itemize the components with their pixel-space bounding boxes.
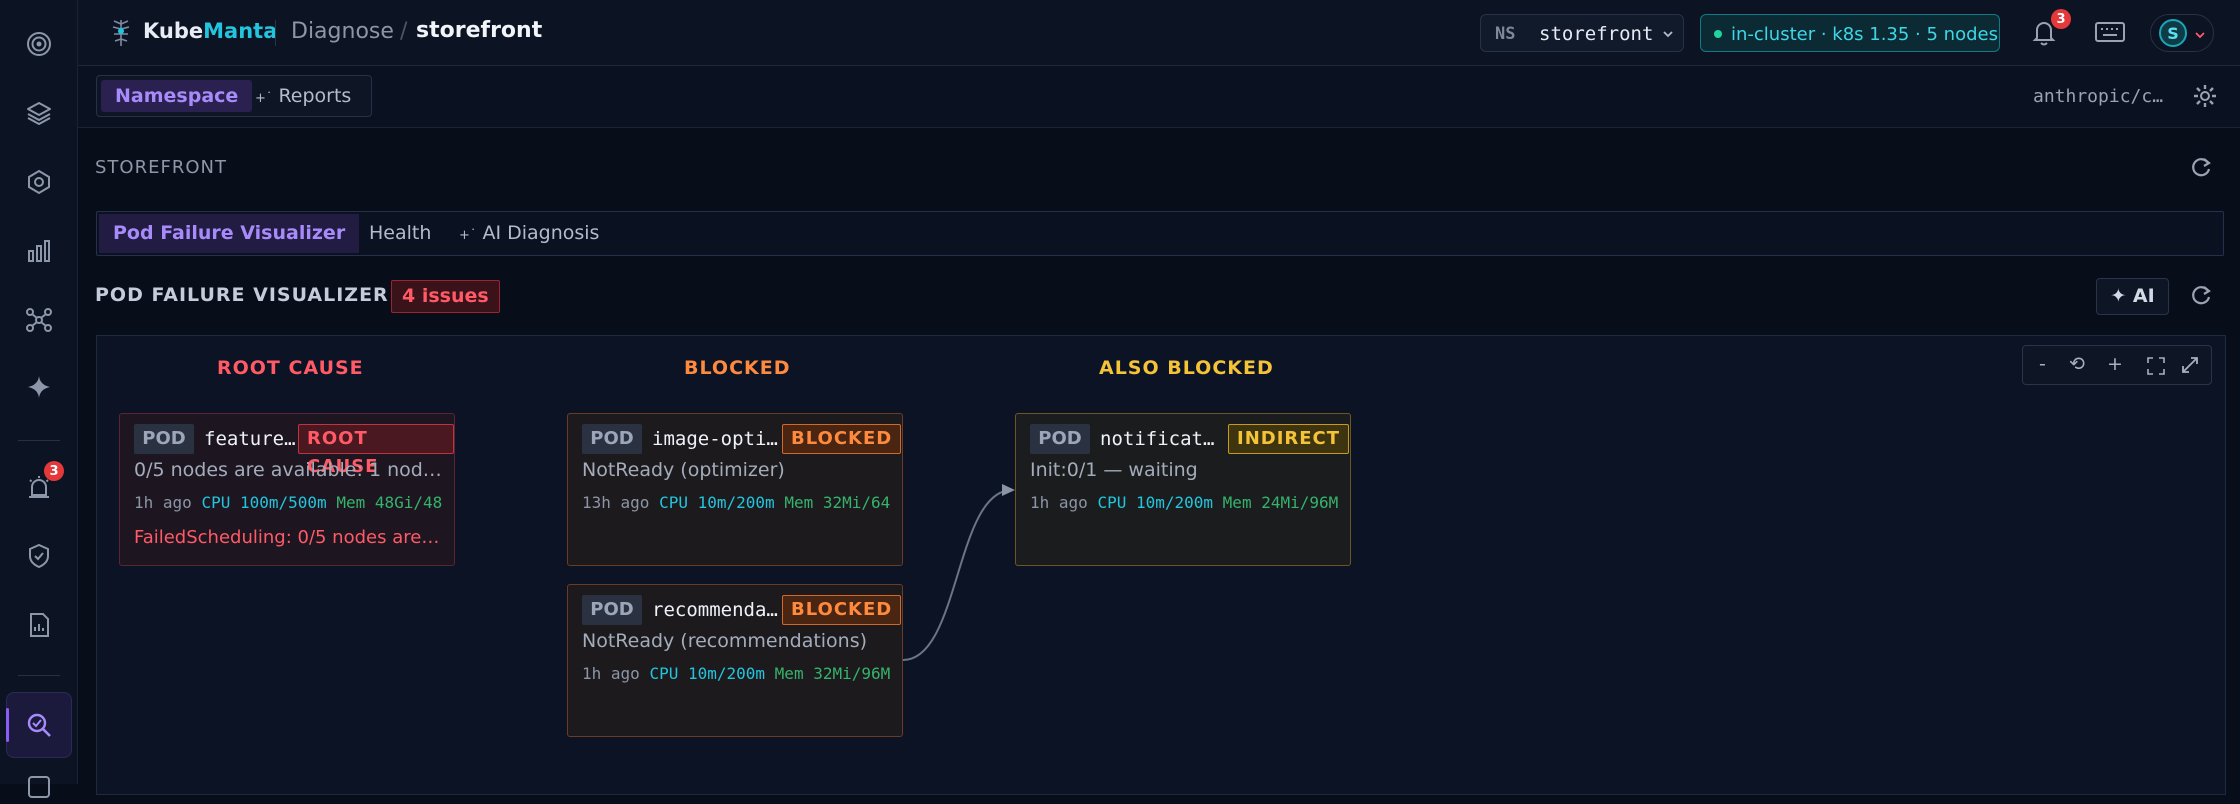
pod-status: Init:0/1 — waiting — [1030, 459, 1198, 481]
pod-metrics: 1h ago CPU 100m/500m Mem 48Gi/48 — [134, 493, 444, 517]
pod-status: NotReady (recommendations) — [582, 630, 868, 652]
pod-cpu: CPU 100m/500m — [201, 493, 327, 512]
pod-name: image-opti… — [652, 428, 778, 450]
pod-mem: Mem 32Mi/96M — [774, 664, 891, 683]
dependency-edge — [902, 484, 1015, 661]
pod-metrics: 13h ago CPU 10m/200m Mem 32Mi/64 — [582, 493, 892, 517]
status-badge: ROOT CAUSE — [298, 424, 454, 477]
pod-metrics: 1h ago CPU 10m/200m Mem 24Mi/96M — [1030, 493, 1340, 517]
pod-error: FailedScheduling: 0/5 nodes are a… — [134, 527, 444, 548]
pod-name: notificati… — [1100, 428, 1224, 450]
pod-status: 0/5 nodes are available: 1 node… — [134, 459, 444, 481]
pod-node-blocked[interactable]: POD image-opti… BLOCKED NotReady (optimi… — [567, 413, 903, 566]
status-badge: BLOCKED — [782, 595, 902, 625]
status-badge: BLOCKED — [782, 424, 902, 454]
status-badge: INDIRECT — [1228, 424, 1350, 454]
pod-mem: Mem 24Mi/96M — [1222, 493, 1339, 512]
pod-kind-label: POD — [582, 424, 642, 454]
pod-kind-label: POD — [1030, 424, 1090, 454]
pod-cpu: CPU 10m/200m — [659, 493, 775, 512]
pod-kind-label: POD — [582, 595, 642, 625]
pod-node-indirect[interactable]: POD notificati… INDIRECT Init:0/1 — wait… — [1015, 413, 1351, 566]
pod-metrics: 1h ago CPU 10m/200m Mem 32Mi/96M — [582, 664, 892, 688]
pod-mem: Mem 32Mi/64 — [784, 493, 891, 512]
pod-age: 1h ago — [582, 664, 640, 683]
pod-node-blocked[interactable]: POD recommenda… BLOCKED NotReady (recomm… — [567, 584, 903, 737]
pod-status: NotReady (optimizer) — [582, 459, 785, 481]
pod-cpu: CPU 10m/200m — [649, 664, 766, 683]
pod-age: 13h ago — [582, 493, 650, 512]
pod-mem: Mem 48Gi/48 — [336, 493, 443, 512]
pod-name: feature… — [204, 428, 296, 450]
pod-node-root-cause[interactable]: POD feature… ROOT CAUSE 0/5 nodes are av… — [119, 413, 455, 566]
pod-age: 1h ago — [134, 493, 192, 512]
pod-cpu: CPU 10m/200m — [1097, 493, 1214, 512]
pod-name: recommenda… — [652, 599, 778, 621]
pod-age: 1h ago — [1030, 493, 1088, 512]
pod-kind-label: POD — [134, 424, 194, 454]
